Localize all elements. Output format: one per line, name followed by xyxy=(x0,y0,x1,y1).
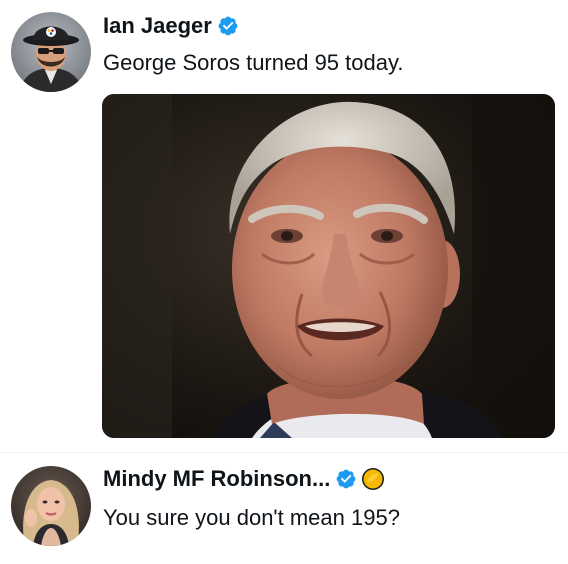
gold-badge-icon xyxy=(361,467,385,491)
avatar-mindy-robinson[interactable] xyxy=(11,466,91,546)
portrait-photo xyxy=(102,94,555,438)
author-name[interactable]: Ian Jaeger xyxy=(103,13,212,39)
avatar-ian-jaeger[interactable] xyxy=(11,12,91,92)
verified-badge-icon xyxy=(217,15,239,37)
verified-badge-icon xyxy=(335,468,357,490)
post-media-photo[interactable] xyxy=(102,94,555,438)
avatar-photo xyxy=(11,466,91,546)
post2-header: Mindy MF Robinson... xyxy=(103,463,385,495)
author-name[interactable]: Mindy MF Robinson... xyxy=(103,466,330,492)
avatar-photo xyxy=(11,12,91,92)
post-ian-jaeger[interactable]: Ian Jaeger George Soros turned 95 today. xyxy=(0,0,568,450)
post-text: George Soros turned 95 today. xyxy=(103,50,404,75)
post1-header: Ian Jaeger xyxy=(103,10,239,42)
post-text: You sure you don't mean 195? xyxy=(103,505,400,530)
post-mindy-robinson[interactable]: Mindy MF Robinson... You sure you don't … xyxy=(0,452,568,564)
